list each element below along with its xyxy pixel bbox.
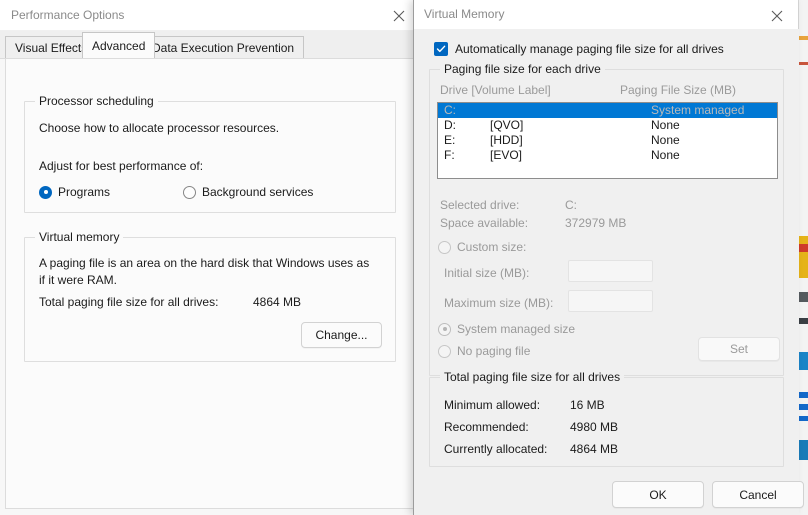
virtual-memory-body: Automatically manage paging file size fo… — [414, 29, 804, 515]
radio-system-managed-size-label: System managed size — [457, 322, 576, 336]
set-button-label: Set — [729, 342, 748, 356]
tab-page-advanced: Processor scheduling Choose how to alloc… — [5, 59, 415, 509]
processor-scheduling-group-label: Processor scheduling — [35, 94, 158, 108]
background-window-strip — [798, 0, 808, 515]
radio-indicator-icon — [39, 185, 52, 199]
ok-button[interactable]: OK — [612, 481, 704, 508]
selected-drive-value: C: — [565, 198, 577, 212]
checkbox-auto-manage-paging-file[interactable]: Automatically manage paging file size fo… — [434, 42, 724, 56]
total-paging-file-size-group-label: Total paging file size for all drives — [440, 370, 625, 384]
cancel-button-label: Cancel — [739, 487, 777, 502]
initial-size-label: Initial size (MB): — [444, 266, 530, 280]
listbox-column-paging-size: Paging File Size (MB) — [620, 83, 737, 97]
checkbox-auto-manage-label: Automatically manage paging file size fo… — [455, 42, 724, 56]
radio-indicator-icon — [438, 344, 451, 358]
table-row[interactable]: D: [QVO] None — [438, 118, 777, 133]
row-paging-size: None — [651, 148, 680, 162]
checkmark-icon — [434, 42, 448, 56]
tabstrip: Visual Effects Advanced Data Execution P… — [0, 31, 420, 59]
currently-allocated-label: Currently allocated: — [444, 442, 548, 456]
currently-allocated-value: 4864 MB — [570, 442, 619, 456]
total-paging-file-size-group: Total paging file size for all drives Mi… — [429, 370, 784, 467]
space-available-value: 372979 MB — [565, 216, 627, 230]
adjust-for-best-performance-label: Adjust for best performance of: — [39, 159, 204, 173]
dialog-title: Virtual Memory — [424, 7, 505, 21]
tab-data-execution-prevention[interactable]: Data Execution Prevention — [142, 36, 305, 58]
radio-background-services[interactable]: Background services — [183, 185, 313, 199]
total-paging-file-size-value: 4864 MB — [253, 295, 302, 309]
recommended-label: Recommended: — [444, 420, 529, 434]
row-volume-label: [QVO] — [490, 118, 524, 132]
radio-no-paging-file-label: No paging file — [457, 344, 531, 358]
tab-label: Data Execution Prevention — [152, 40, 295, 55]
radio-background-services-label: Background services — [202, 185, 314, 199]
row-paging-size: None — [651, 133, 680, 147]
page-title: Performance Options — [11, 8, 125, 22]
paging-file-size-group-label: Paging file size for each drive — [440, 62, 605, 76]
radio-indicator-icon — [183, 185, 196, 199]
row-paging-size: None — [651, 118, 680, 132]
table-row[interactable]: C: System managed — [438, 103, 777, 118]
minimum-allowed-label: Minimum allowed: — [444, 398, 541, 412]
row-volume-label: [EVO] — [490, 148, 523, 162]
virtual-memory-titlebar: Virtual Memory — [414, 0, 798, 29]
total-paging-file-size-label: Total paging file size for all drives: — [39, 295, 219, 309]
space-available-label: Space available: — [440, 216, 529, 230]
ok-button-label: OK — [649, 487, 667, 502]
row-volume-label: [HDD] — [490, 133, 523, 147]
radio-custom-size-label: Custom size: — [457, 240, 527, 254]
screen: Performance Options Visual Effects Advan… — [0, 0, 808, 515]
row-drive: D: — [444, 118, 456, 132]
cancel-button[interactable]: Cancel — [712, 481, 804, 508]
virtual-memory-group: Virtual memory A paging file is an area … — [24, 230, 396, 362]
set-button[interactable]: Set — [698, 337, 780, 361]
listbox-column-drive: Drive [Volume Label] — [440, 83, 551, 97]
performance-options-window: Performance Options Visual Effects Advan… — [0, 0, 421, 515]
tab-label: Visual Effects — [15, 40, 88, 55]
radio-programs[interactable]: Programs — [39, 185, 110, 199]
tab-label: Advanced — [92, 38, 146, 53]
row-drive: E: — [444, 133, 456, 147]
table-row[interactable]: F: [EVO] None — [438, 148, 777, 163]
table-row[interactable]: E: [HDD] None — [438, 133, 777, 148]
minimum-allowed-value: 16 MB — [570, 398, 605, 412]
row-drive: C: — [444, 103, 456, 117]
radio-custom-size[interactable]: Custom size: — [438, 240, 526, 254]
maximum-size-label: Maximum size (MB): — [444, 296, 554, 310]
drive-listbox[interactable]: C: System managed D: [QVO] None E: [HDD]… — [437, 102, 778, 179]
processor-scheduling-group: Processor scheduling Choose how to alloc… — [24, 94, 396, 213]
row-drive: F: — [444, 148, 455, 162]
tab-advanced[interactable]: Advanced — [82, 32, 156, 58]
close-icon[interactable] — [756, 0, 798, 31]
radio-indicator-icon — [438, 322, 451, 336]
change-button[interactable]: Change... — [301, 322, 382, 348]
performance-options-body: Visual Effects Advanced Data Execution P… — [0, 31, 420, 515]
radio-no-paging-file[interactable]: No paging file — [438, 344, 530, 358]
radio-system-managed-size[interactable]: System managed size — [438, 322, 575, 336]
row-paging-size: System managed — [651, 103, 745, 117]
performance-options-titlebar: Performance Options — [0, 0, 420, 31]
recommended-value: 4980 MB — [570, 420, 619, 434]
virtual-memory-dialog: Virtual Memory Automatically manage pagi… — [413, 0, 804, 515]
virtual-memory-group-label: Virtual memory — [35, 230, 124, 244]
processor-scheduling-description: Choose how to allocate processor resourc… — [39, 121, 280, 135]
maximum-size-input[interactable] — [568, 290, 653, 312]
paging-file-size-group: Paging file size for each drive Drive [V… — [429, 62, 784, 376]
virtual-memory-description: A paging file is an area on the hard dis… — [39, 256, 370, 287]
selected-drive-label: Selected drive: — [440, 198, 520, 212]
radio-indicator-icon — [438, 240, 451, 254]
change-button-label: Change... — [315, 328, 368, 342]
initial-size-input[interactable] — [568, 260, 653, 282]
radio-programs-label: Programs — [58, 185, 111, 199]
